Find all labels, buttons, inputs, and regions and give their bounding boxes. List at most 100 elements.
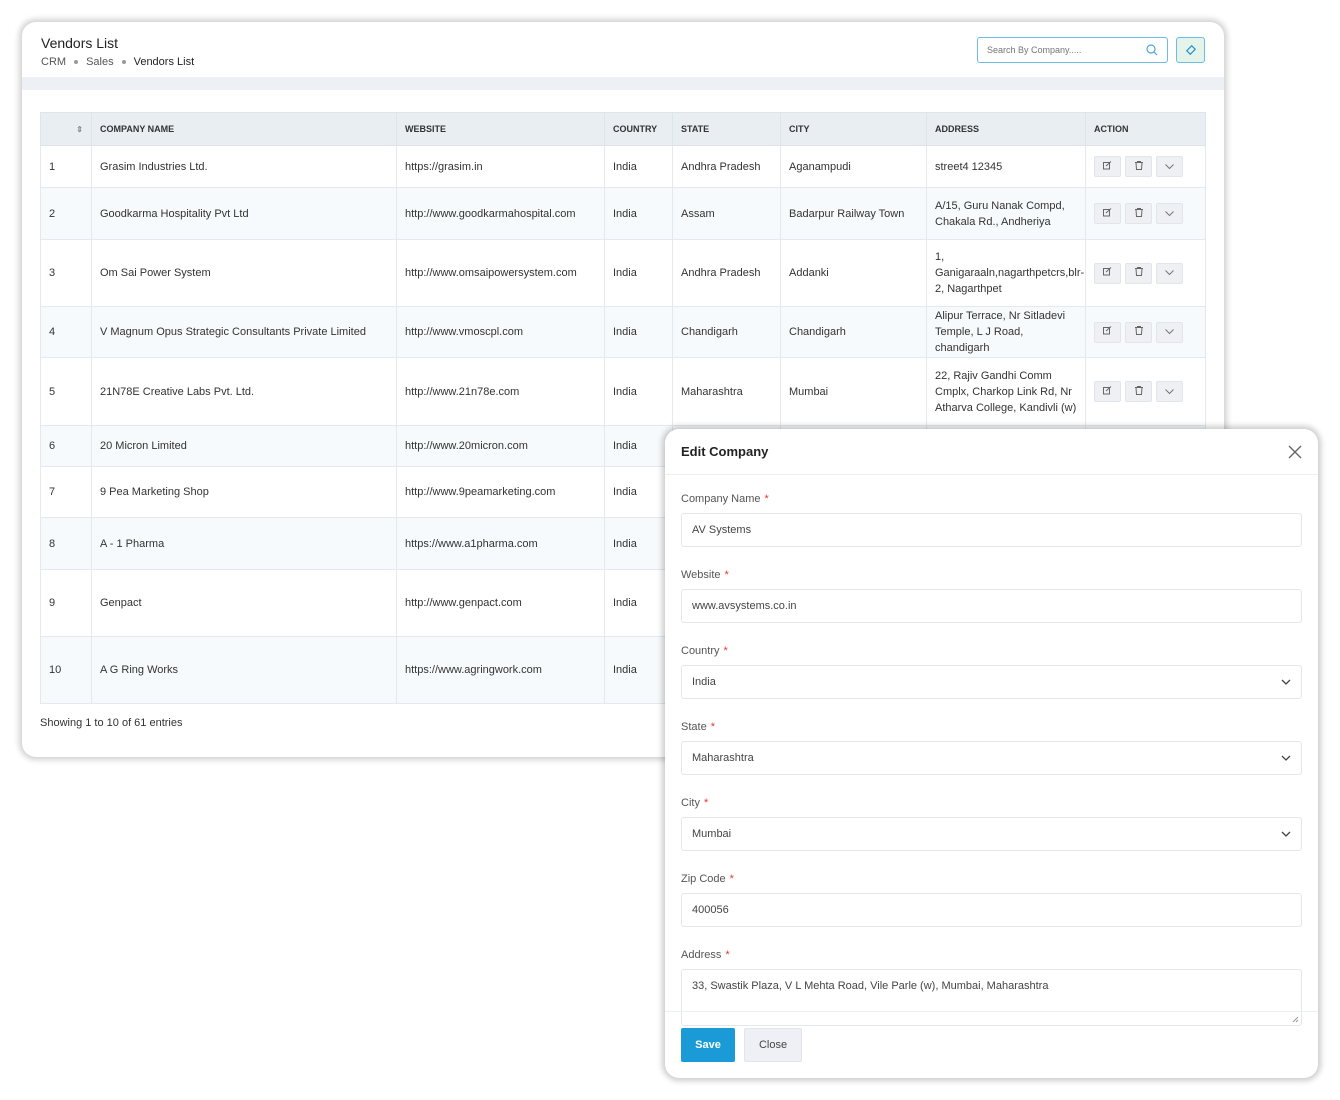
modal-title: Edit Company bbox=[681, 444, 769, 459]
column-header[interactable]: ADDRESS bbox=[926, 112, 1086, 146]
breadcrumb-separator bbox=[74, 60, 79, 64]
company-name-field[interactable]: AV Systems bbox=[681, 513, 1302, 547]
zip-code-label: Zip Code * bbox=[681, 873, 1302, 886]
cell-company: 21N78E Creative Labs Pvt. Ltd. bbox=[91, 357, 397, 426]
cell-action bbox=[1085, 306, 1206, 358]
required-marker: * bbox=[703, 797, 709, 809]
country-select[interactable]: India bbox=[681, 665, 1302, 699]
field-label-text: Country bbox=[681, 645, 720, 657]
delete-button[interactable] bbox=[1125, 203, 1152, 224]
cell-website: http://www.9peamarketing.com bbox=[396, 466, 605, 518]
close-button[interactable]: Close bbox=[744, 1028, 802, 1062]
state-label: State * bbox=[681, 721, 1302, 734]
trash-icon bbox=[1134, 324, 1143, 340]
city-label: City * bbox=[681, 797, 1302, 810]
cell-country: India bbox=[604, 569, 673, 637]
expand-button[interactable] bbox=[1156, 381, 1183, 402]
field-value: Maharashtra bbox=[692, 752, 754, 764]
cell-state: Andhra Pradesh bbox=[672, 239, 781, 307]
required-marker: * bbox=[725, 949, 730, 961]
field-value: 33, Swastik Plaza, V L Mehta Road, Vile … bbox=[692, 980, 1049, 992]
cell-city: Mumbai bbox=[780, 357, 927, 426]
sort-column-header[interactable]: ⇕ bbox=[40, 112, 92, 146]
chevron-down-icon bbox=[1165, 206, 1174, 222]
trash-icon bbox=[1134, 159, 1143, 175]
breadcrumb-sales[interactable]: Sales bbox=[86, 56, 114, 68]
edit-button[interactable] bbox=[1094, 381, 1121, 402]
cell-address: A/15, Guru Nanak Compd, Chakala Rd., And… bbox=[926, 187, 1086, 240]
cell-action bbox=[1085, 239, 1206, 307]
column-header[interactable]: COUNTRY bbox=[604, 112, 673, 146]
expand-button[interactable] bbox=[1156, 156, 1183, 177]
expand-button[interactable] bbox=[1156, 203, 1183, 224]
required-marker: * bbox=[724, 569, 729, 581]
column-header[interactable]: ACTION bbox=[1085, 112, 1206, 146]
edit-button[interactable] bbox=[1094, 156, 1121, 177]
clear-filter-button[interactable] bbox=[1176, 37, 1205, 63]
chevron-down-icon bbox=[1281, 755, 1291, 761]
city-select[interactable]: Mumbai bbox=[681, 817, 1302, 851]
chevron-down-icon bbox=[1165, 324, 1174, 340]
cell-action bbox=[1085, 357, 1206, 426]
field-label-text: Address bbox=[681, 949, 722, 961]
eraser-icon bbox=[1185, 44, 1196, 56]
cell-no: 2 bbox=[40, 187, 92, 240]
row-actions bbox=[1094, 203, 1197, 224]
required-marker: * bbox=[764, 493, 769, 505]
delete-button[interactable] bbox=[1125, 321, 1152, 343]
cell-no: 6 bbox=[40, 425, 92, 467]
pagination-info: Showing 1 to 10 of 61 entries bbox=[40, 717, 183, 729]
edit-company-modal: Edit Company Company Name * AV Systems Webs… bbox=[665, 429, 1318, 1078]
cell-website: https://grasim.in bbox=[396, 145, 605, 188]
search-icon[interactable] bbox=[1146, 44, 1158, 56]
website-field[interactable]: www.avsystems.co.in bbox=[681, 589, 1302, 623]
expand-button[interactable] bbox=[1156, 321, 1183, 343]
trash-icon bbox=[1134, 265, 1143, 281]
cell-company: 20 Micron Limited bbox=[91, 425, 397, 467]
edit-button[interactable] bbox=[1094, 321, 1121, 343]
cell-company: A G Ring Works bbox=[91, 636, 397, 704]
column-header[interactable]: STATE bbox=[672, 112, 781, 146]
cell-state: Maharashtra bbox=[672, 357, 781, 426]
divider-band bbox=[22, 77, 1224, 90]
cell-no: 10 bbox=[40, 636, 92, 704]
close-icon[interactable] bbox=[1288, 445, 1302, 459]
cell-website: http://www.omsaipowersystem.com bbox=[396, 239, 605, 307]
delete-button[interactable] bbox=[1125, 262, 1152, 284]
breadcrumb-crm[interactable]: CRM bbox=[41, 56, 66, 68]
column-header[interactable]: COMPANY NAME bbox=[91, 112, 397, 146]
column-header[interactable]: CITY bbox=[780, 112, 927, 146]
cell-action bbox=[1085, 145, 1206, 188]
required-marker: * bbox=[729, 873, 734, 885]
cell-address: street4 12345 bbox=[926, 145, 1086, 188]
search-input[interactable] bbox=[987, 45, 1137, 55]
table-row: 1 Grasim Industries Ltd. https://grasim.in… bbox=[40, 145, 1206, 188]
cell-website: http://www.genpact.com bbox=[396, 569, 605, 637]
delete-button[interactable] bbox=[1125, 381, 1152, 402]
column-header[interactable]: WEBSITE bbox=[396, 112, 605, 146]
edit-icon bbox=[1103, 159, 1112, 175]
field-value: Mumbai bbox=[692, 828, 732, 840]
trash-icon bbox=[1134, 206, 1143, 222]
delete-button[interactable] bbox=[1125, 156, 1152, 177]
zip-code-field[interactable]: 400056 bbox=[681, 893, 1302, 927]
trash-icon bbox=[1134, 384, 1143, 400]
edit-button[interactable] bbox=[1094, 262, 1121, 284]
sort-icon[interactable]: ⇕ bbox=[76, 125, 83, 134]
table-row: 2 Goodkarma Hospitality Pvt Ltd http://www… bbox=[40, 187, 1206, 240]
chevron-down-icon bbox=[1165, 159, 1174, 175]
search-box[interactable] bbox=[977, 37, 1168, 63]
edit-button[interactable] bbox=[1094, 203, 1121, 224]
cell-country: India bbox=[604, 517, 673, 570]
row-actions bbox=[1094, 262, 1197, 284]
cell-website: https://www.agringwork.com bbox=[396, 636, 605, 704]
cell-address: 22, Rajiv Gandhi Comm Cmplx, Charkop Lin… bbox=[926, 357, 1086, 426]
table-row: 4V Magnum Opus Strategic Consultants Pri… bbox=[40, 306, 1206, 358]
modal-form: Company Name * AV Systems Website * www.avsys… bbox=[665, 475, 1318, 1026]
state-select[interactable]: Maharashtra bbox=[681, 741, 1302, 775]
cell-website: https://www.a1pharma.com bbox=[396, 517, 605, 570]
expand-button[interactable] bbox=[1156, 262, 1183, 284]
cell-no: 3 bbox=[40, 239, 92, 307]
cell-city: Aganampudi bbox=[780, 145, 927, 188]
save-button[interactable]: Save bbox=[681, 1028, 735, 1062]
